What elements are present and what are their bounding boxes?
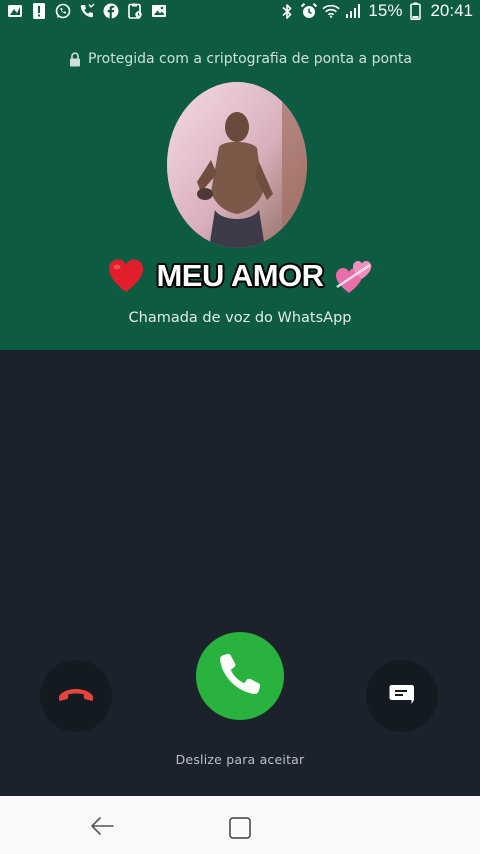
call-type-label: Chamada de voz do WhatsApp <box>128 310 352 326</box>
gallery-icon <box>150 2 168 20</box>
decline-call-button[interactable] <box>40 660 112 732</box>
bluetooth-icon <box>278 2 296 20</box>
back-icon[interactable] <box>88 812 116 840</box>
facebook-icon <box>102 2 120 20</box>
heart-icon <box>106 256 146 296</box>
whatsapp-icon <box>54 2 72 20</box>
battery-icon <box>406 2 424 20</box>
wifi-icon <box>322 2 341 20</box>
encryption-text: Protegida com a criptografia de ponta a … <box>88 51 412 67</box>
message-icon <box>389 683 415 709</box>
accept-call-button[interactable] <box>196 632 284 720</box>
home-icon[interactable] <box>226 814 254 842</box>
two-hearts-icon <box>334 256 374 296</box>
system-status: 15% 20:41 <box>278 1 473 21</box>
navigation-bar <box>0 796 480 854</box>
image-icon <box>6 2 24 20</box>
hang-up-icon <box>56 684 96 708</box>
slide-to-accept-hint: Deslize para aceitar <box>175 752 305 767</box>
status-bar: 15% 20:41 <box>0 0 480 22</box>
encryption-notice: Protegida com a criptografia de ponta a … <box>0 48 480 70</box>
signal-icon <box>344 2 362 20</box>
caller-name-text: MEU AMOR <box>156 258 324 293</box>
alarm-icon <box>300 2 318 20</box>
battery-percent: 15% <box>368 1 403 20</box>
call-header: 15% 20:41 Protegida com a criptografia d… <box>0 0 480 350</box>
notification-icons <box>6 2 168 20</box>
phone-icon <box>217 651 263 701</box>
reply-message-button[interactable] <box>366 660 438 732</box>
caller-avatar <box>167 82 307 248</box>
lock-icon <box>68 51 82 67</box>
missed-call-icon <box>78 2 96 20</box>
clipboard-icon <box>126 2 144 20</box>
alert-icon <box>30 2 48 20</box>
clock: 20:41 <box>430 1 473 20</box>
caller-name: MEU AMOR <box>0 255 480 297</box>
